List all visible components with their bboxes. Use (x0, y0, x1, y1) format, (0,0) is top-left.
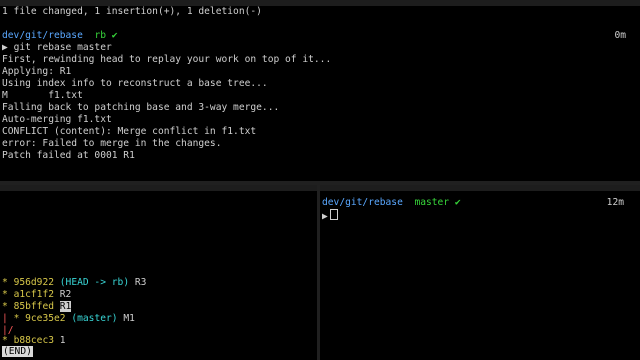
commit-hash: 85bffed (13, 301, 54, 312)
output-line: Patch failed at 0001 R1 (2, 150, 135, 161)
left-pane-titlebar (0, 185, 317, 191)
right-terminal-pane[interactable]: dev/git/rebase master ✔ 12m ▶ (320, 185, 640, 360)
output-line: CONFLICT (content): Merge conflict in f1… (2, 126, 257, 137)
text-cursor (329, 209, 338, 220)
command-text: git rebase master (13, 42, 112, 53)
commit-message: R3 (134, 277, 147, 288)
commit-hash: 9ce35e2 (25, 313, 66, 324)
output-line: 1 file changed, 1 insertion(+), 1 deleti… (2, 6, 262, 17)
output-line: Using index info to reconstruct a base t… (2, 78, 268, 89)
prompt-arrow-icon: ▶ (322, 211, 328, 222)
check-icon: ✔ (111, 30, 118, 41)
prompt-time: 0m (614, 30, 626, 41)
output-line: Auto-merging f1.txt (2, 114, 112, 125)
prompt-line: dev/git/rebase rb ✔ (2, 30, 118, 42)
commit-hash: a1cf1f2 (13, 289, 54, 300)
left-terminal-pane[interactable]: * 956d922 (HEAD -> rb) R3 * a1cf1f2 R2 *… (0, 185, 317, 360)
pager-end-line: (END) (2, 346, 33, 358)
log-row: | * 9ce35e2 (master) M1 (2, 313, 135, 324)
output-line: Applying: R1 (2, 66, 72, 77)
prompt-branch: rb (94, 30, 106, 41)
command-line[interactable]: ▶ (322, 209, 338, 223)
check-icon: ✔ (454, 197, 461, 208)
command-line: ▶ git rebase master (2, 42, 112, 54)
commit-refs: (master) (71, 313, 118, 324)
prompt-line: dev/git/rebase master ✔ (322, 197, 461, 209)
right-pane-titlebar (320, 185, 640, 191)
commit-hash: 956d922 (13, 277, 54, 288)
log-row: * a1cf1f2 R2 (2, 289, 72, 300)
prompt-path: dev/git/rebase (2, 30, 83, 41)
log-row: * 85bffed R1 (2, 301, 72, 312)
log-row: * 956d922 (HEAD -> rb) R3 (2, 277, 147, 288)
commit-message: 1 (59, 335, 66, 346)
prompt-branch: master (414, 197, 450, 208)
output-line: M f1.txt (2, 90, 83, 101)
output-line: Falling back to patching base and 3-way … (2, 102, 280, 113)
prompt-path: dev/git/rebase (322, 197, 403, 208)
top-terminal-pane[interactable]: 1 file changed, 1 insertion(+), 1 deleti… (0, 0, 640, 181)
commit-message: M1 (123, 313, 135, 324)
commit-hash: b88cec3 (13, 335, 54, 346)
pager-end-label: (END) (2, 346, 33, 357)
commit-refs: (HEAD -> rb) (59, 277, 130, 288)
commit-message-selected: R1 (59, 301, 72, 312)
prompt-arrow-icon: ▶ (2, 42, 8, 53)
output-line: error: Failed to merge in the changes. (2, 138, 222, 149)
commit-message: R2 (59, 289, 72, 300)
prompt-time: 12m (606, 197, 624, 208)
output-line: First, rewinding head to replay your wor… (2, 54, 332, 65)
graph-line: | (2, 313, 8, 324)
